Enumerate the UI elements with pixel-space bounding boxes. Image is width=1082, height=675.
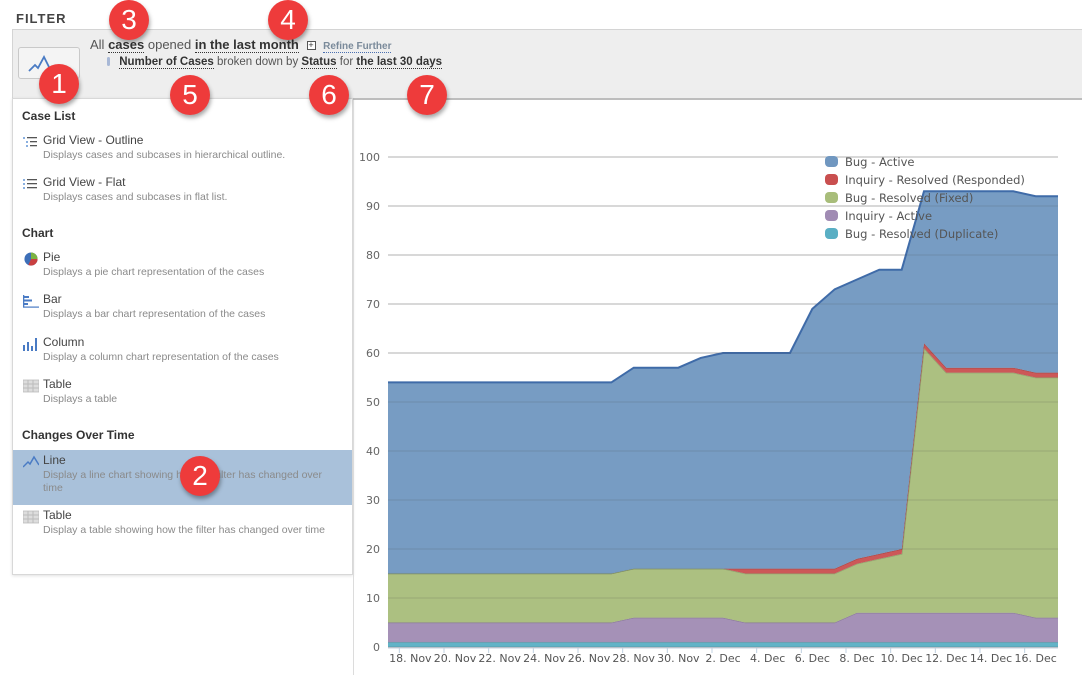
annotation-marker-3: 3	[109, 0, 149, 40]
filter-prefix: All	[90, 37, 105, 52]
outline-list-icon	[23, 137, 37, 147]
menu-item-label: Grid View - Flat	[43, 175, 126, 189]
menu-item-label: Table	[43, 377, 72, 391]
view-type-menu: Case List Grid View - Outline Displays c…	[12, 98, 353, 575]
annotation-marker-2: 2	[180, 456, 220, 496]
annotation-marker-1: 1	[39, 64, 79, 104]
menu-item-grid-flat[interactable]: Grid View - Flat Displays cases and subc…	[13, 175, 352, 204]
drag-handle-icon	[107, 57, 110, 66]
table-icon	[23, 379, 39, 393]
section-changes-over-time: Changes Over Time	[22, 428, 135, 442]
annotation-marker-5: 5	[170, 75, 210, 115]
filter-title: FILTER	[16, 11, 67, 26]
menu-item-desc: Displays a table	[43, 393, 118, 405]
menu-item-desc: Displays a pie chart representation of t…	[43, 266, 265, 278]
menu-item-label: Grid View - Outline	[43, 133, 144, 147]
for-text: for	[339, 56, 354, 68]
menu-item-desc: Displays cases and subcases in flat list…	[43, 191, 228, 203]
measure-selector[interactable]: Number of Cases	[119, 56, 214, 69]
pie-chart-icon	[24, 252, 38, 266]
menu-item-column[interactable]: Column Display a column chart representa…	[13, 335, 352, 364]
filter-description: All cases opened in the last month + Ref…	[90, 37, 392, 53]
column-chart-icon	[23, 338, 37, 351]
period-selector[interactable]: the last 30 days	[356, 56, 443, 69]
chart-description: Number of Cases broken down by Status fo…	[107, 56, 443, 69]
chart-area	[353, 100, 1082, 675]
section-case-list: Case List	[22, 109, 76, 123]
menu-item-label: Pie	[43, 250, 61, 264]
flat-list-icon	[23, 179, 37, 189]
annotation-marker-6: 6	[309, 75, 349, 115]
group-by-selector[interactable]: Status	[301, 56, 337, 69]
refine-further-link[interactable]: Refine Further	[323, 41, 392, 53]
filter-middle: opened	[147, 37, 192, 52]
menu-item-desc: Displays a bar chart representation of t…	[43, 308, 266, 320]
menu-item-desc: Displays cases and subcases in hierarchi…	[43, 149, 286, 161]
menu-item-bar[interactable]: Bar Displays a bar chart representation …	[13, 292, 352, 321]
menu-item-label: Column	[43, 335, 85, 349]
line-chart-icon	[23, 455, 39, 468]
annotation-marker-4: 4	[268, 0, 308, 40]
section-chart: Chart	[22, 226, 54, 240]
bar-chart-icon	[23, 295, 39, 308]
menu-item-pie[interactable]: Pie Displays a pie chart representation …	[13, 250, 352, 279]
menu-item-label: Table	[43, 508, 72, 522]
menu-item-grid-outline[interactable]: Grid View - Outline Displays cases and s…	[13, 133, 352, 162]
menu-item-desc: Display a column chart representation of…	[43, 351, 279, 363]
breakdown-text: broken down by	[217, 56, 299, 68]
plus-box-icon[interactable]: +	[306, 41, 316, 50]
menu-item-table-over-time[interactable]: Table Display a table showing how the fi…	[13, 508, 352, 537]
menu-item-desc: Display a table showing how the filter h…	[43, 524, 325, 536]
table-icon	[23, 510, 39, 524]
menu-item-table[interactable]: Table Displays a table	[13, 377, 352, 406]
menu-item-label: Bar	[43, 292, 62, 306]
annotation-marker-7: 7	[407, 75, 447, 115]
